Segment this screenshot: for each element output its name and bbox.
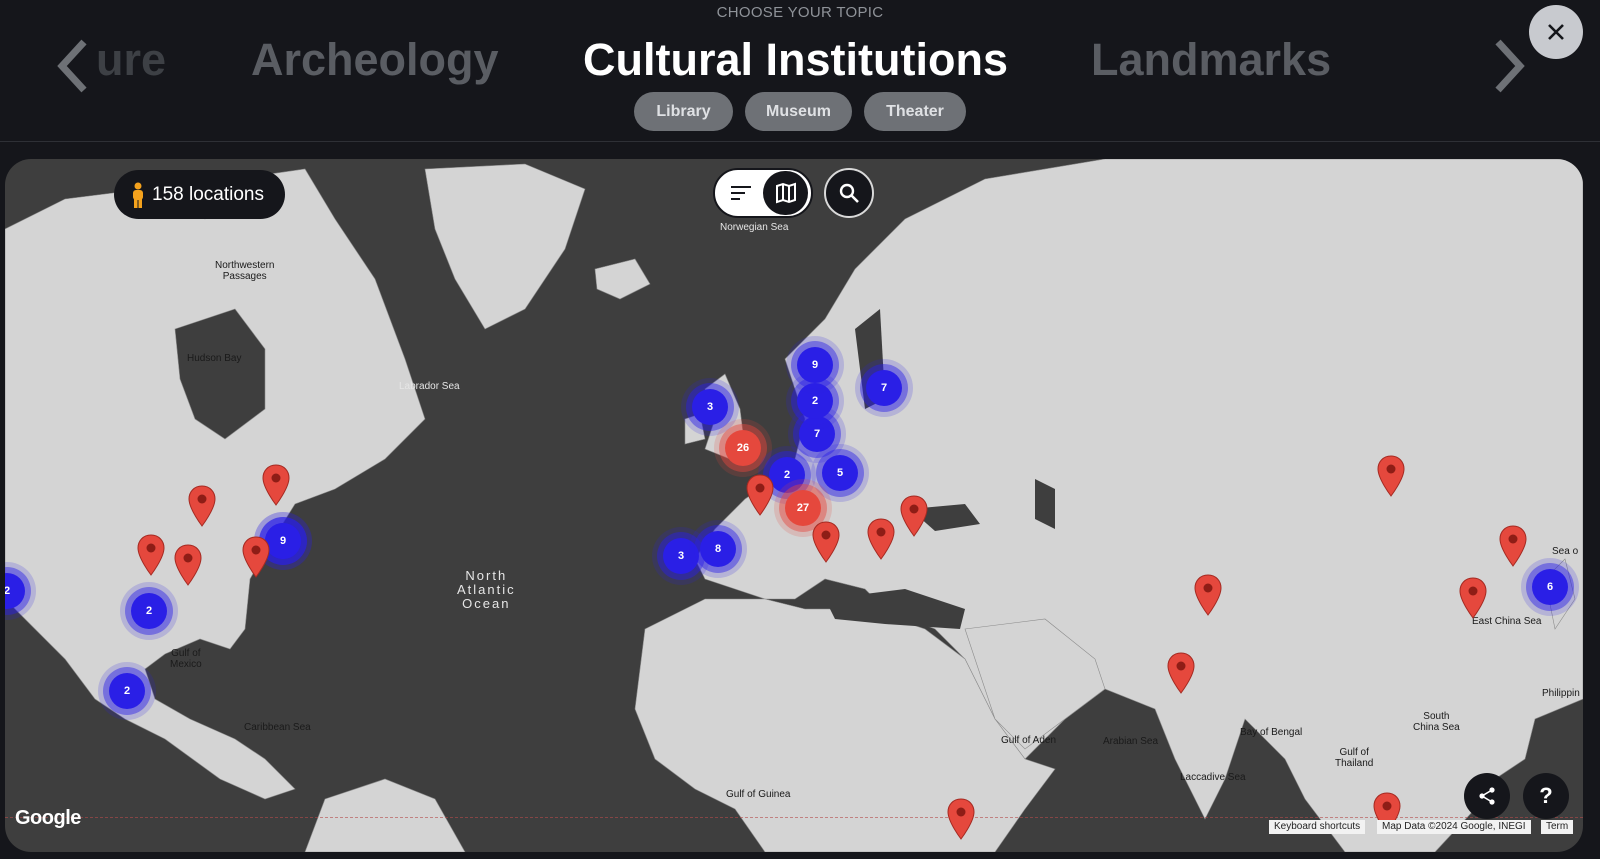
label-sea-of: Sea o xyxy=(1552,546,1579,557)
label-gulf-of-mexico: Gulf of Mexico xyxy=(170,648,202,670)
close-icon xyxy=(1548,24,1564,40)
location-cluster[interactable]: 2 xyxy=(769,457,805,493)
location-pin-icon[interactable] xyxy=(812,521,840,563)
label-arabian-sea: Arabian Sea xyxy=(1103,736,1159,747)
location-pin-icon[interactable] xyxy=(262,464,290,506)
location-cluster[interactable]: 7 xyxy=(866,370,902,406)
location-pin-icon[interactable] xyxy=(174,544,202,586)
map-icon xyxy=(775,182,796,204)
topic-tab-cultural-institutions[interactable]: Cultural Institutions xyxy=(583,34,1008,86)
next-topic-button[interactable] xyxy=(1486,36,1530,96)
map-dashed-line xyxy=(5,817,1583,818)
location-cluster[interactable]: 6 xyxy=(1532,569,1568,605)
label-caribbean-sea: Caribbean Sea xyxy=(244,722,311,733)
label-gulf-of-aden: Gulf of Aden xyxy=(1001,735,1057,746)
filter-library[interactable]: Library xyxy=(634,92,733,131)
search-icon xyxy=(839,183,859,203)
location-cluster[interactable]: 5 xyxy=(822,455,858,491)
topic-header: CHOOSE YOUR TOPIC ure Archeology Cultura… xyxy=(0,0,1600,142)
topic-tab-landmarks[interactable]: Landmarks xyxy=(1091,34,1331,86)
location-cluster[interactable]: 7 xyxy=(799,416,835,452)
share-button[interactable] xyxy=(1464,773,1510,819)
location-pin-icon[interactable] xyxy=(1167,652,1195,694)
label-norwegian-sea: Norwegian Sea xyxy=(720,222,789,233)
map-data-attribution: Map Data ©2024 Google, INEGI xyxy=(1377,820,1531,834)
help-button[interactable]: ? xyxy=(1523,773,1569,819)
location-pin-icon[interactable] xyxy=(746,474,774,516)
map-view-button[interactable] xyxy=(763,171,808,215)
search-button[interactable] xyxy=(824,168,874,218)
pegman-icon xyxy=(133,182,143,208)
terms-link[interactable]: Term xyxy=(1541,820,1574,834)
location-cluster[interactable]: 2 xyxy=(797,383,833,419)
locations-count-label: 158 locations xyxy=(152,183,264,205)
topic-tab-archeology[interactable]: Archeology xyxy=(251,34,499,86)
topic-tab-partial[interactable]: ure xyxy=(96,34,166,86)
chevron-left-icon xyxy=(57,39,87,93)
close-button[interactable] xyxy=(1529,5,1583,59)
chevron-right-icon xyxy=(1495,39,1525,93)
locations-count-chip[interactable]: 158 locations xyxy=(114,170,285,219)
label-philippine: Philippin xyxy=(1542,688,1580,699)
view-toggle xyxy=(713,168,813,218)
filter-theater[interactable]: Theater xyxy=(864,92,966,131)
filter-pills: Library Museum Theater xyxy=(0,92,1600,131)
label-laccadive-sea: Laccadive Sea xyxy=(1180,772,1246,783)
location-cluster[interactable]: 8 xyxy=(700,531,736,567)
location-cluster[interactable]: 2 xyxy=(131,593,167,629)
location-cluster[interactable]: 2 xyxy=(109,673,145,709)
location-pin-icon[interactable] xyxy=(137,534,165,576)
location-pin-icon[interactable] xyxy=(1194,574,1222,616)
share-icon xyxy=(1479,787,1495,805)
list-view-button[interactable] xyxy=(718,171,763,215)
location-cluster[interactable]: 3 xyxy=(692,389,728,425)
location-pin-icon[interactable] xyxy=(242,536,270,578)
location-pin-icon[interactable] xyxy=(867,518,895,560)
location-pin-icon[interactable] xyxy=(947,798,975,840)
location-cluster[interactable]: 3 xyxy=(663,538,699,574)
label-labrador-sea: Labrador Sea xyxy=(399,381,460,392)
location-cluster[interactable]: 26 xyxy=(725,430,761,466)
prev-topic-button[interactable] xyxy=(52,36,96,96)
location-cluster[interactable]: 9 xyxy=(265,523,301,559)
label-south-china-sea: South China Sea xyxy=(1413,711,1460,733)
location-pin-icon[interactable] xyxy=(900,495,928,537)
label-north-atlantic: North Atlantic Ocean xyxy=(457,568,516,611)
location-pin-icon[interactable] xyxy=(1499,525,1527,567)
world-map[interactable]: Northwestern Passages Hudson Bay Labrado… xyxy=(5,159,1583,852)
location-pin-icon[interactable] xyxy=(1459,577,1487,619)
label-gulf-of-thailand: Gulf of Thailand xyxy=(1335,747,1374,769)
help-icon: ? xyxy=(1539,783,1553,808)
label-bay-of-bengal: Bay of Bengal xyxy=(1240,727,1303,738)
choose-topic-label: CHOOSE YOUR TOPIC xyxy=(716,4,884,21)
location-pin-icon[interactable] xyxy=(1377,455,1405,497)
keyboard-shortcuts-link[interactable]: Keyboard shortcuts xyxy=(1269,820,1366,834)
google-logo: Google xyxy=(15,807,81,829)
location-pin-icon[interactable] xyxy=(188,485,216,527)
location-cluster[interactable]: 9 xyxy=(797,347,833,383)
label-hudson-bay: Hudson Bay xyxy=(187,353,242,364)
label-northwestern-passages: Northwestern Passages xyxy=(215,260,275,282)
label-gulf-of-guinea: Gulf of Guinea xyxy=(726,789,791,800)
filter-museum[interactable]: Museum xyxy=(745,92,852,131)
list-icon xyxy=(730,186,751,200)
